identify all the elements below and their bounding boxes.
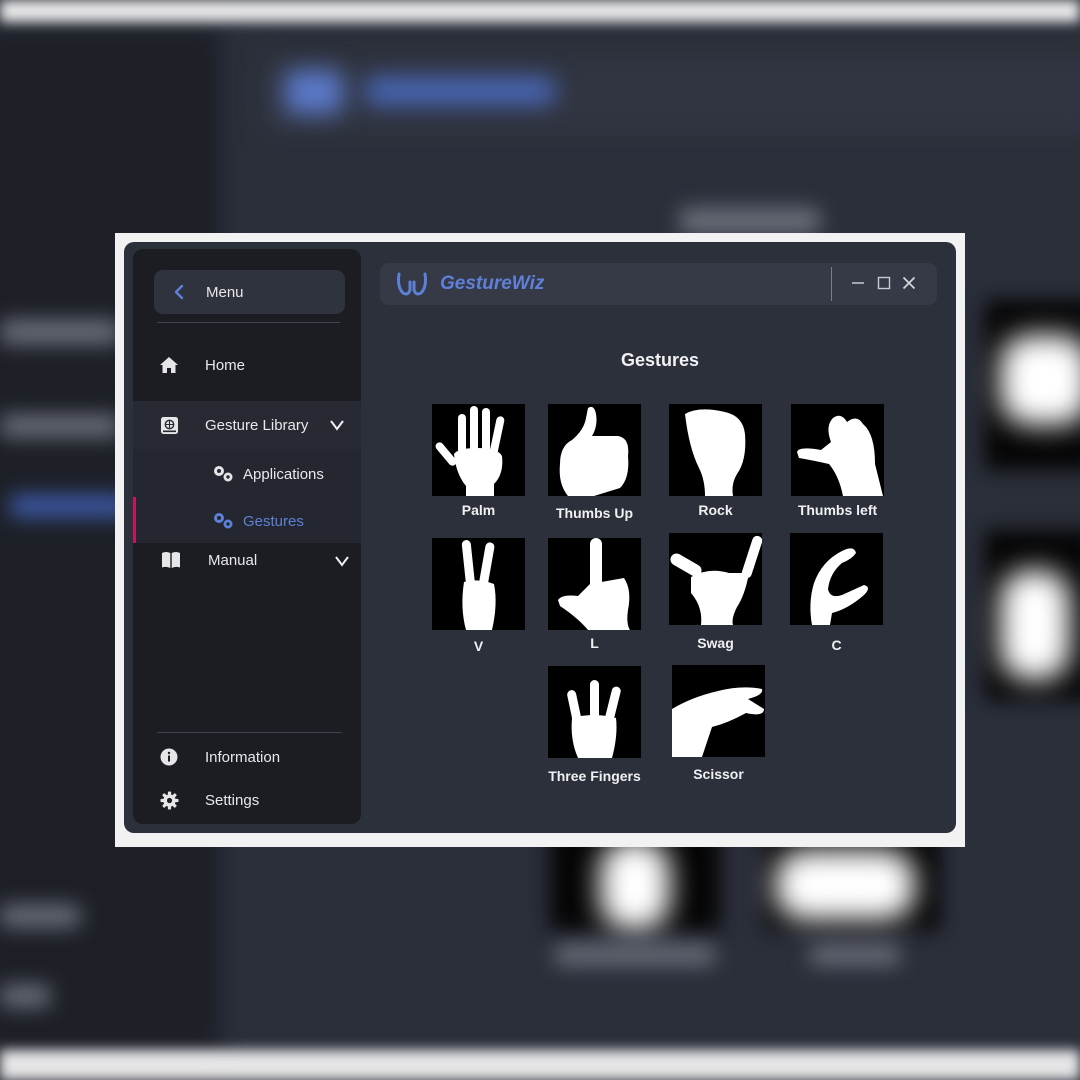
bg-hand [1000, 570, 1070, 680]
gesture-tile-thumbs-up[interactable]: Thumbs Up [548, 404, 641, 521]
sidebar-item-label: Information [205, 748, 281, 766]
bg-page-title [680, 208, 820, 234]
sidebar: Menu Home Gesture Library Applications G… [133, 249, 361, 824]
bg-title [365, 78, 555, 104]
bg-label [555, 945, 715, 965]
sidebar-item-manual[interactable]: Manual [133, 547, 361, 573]
hands-logo-icon [397, 272, 427, 296]
maximize-icon[interactable] [876, 275, 892, 291]
gesture-tile-c[interactable]: C [790, 533, 883, 653]
menu-label: Menu [206, 283, 244, 301]
page-title: Gestures [620, 350, 700, 370]
divider [831, 267, 832, 301]
home-icon [159, 355, 179, 375]
gesture-label: C [831, 637, 842, 653]
swag-hand-image [669, 533, 762, 625]
thumbs-up-hand-image [548, 404, 641, 496]
bg-hand [1000, 335, 1080, 425]
sidebar-item-information[interactable]: Information [133, 743, 361, 771]
sidebar-item-label: Manual [208, 551, 258, 569]
open-book-icon [161, 550, 181, 570]
sidebar-item-label: Home [205, 356, 246, 374]
bg-logo [285, 70, 343, 114]
bg-label [0, 905, 80, 927]
rock-hand-image [669, 404, 762, 496]
gesture-tile-thumbs-left[interactable]: Thumbs left [791, 404, 884, 518]
scissor-hand-image [672, 665, 765, 757]
gesture-tile-l[interactable]: L [548, 538, 641, 651]
three-fingers-hand-image [548, 666, 641, 758]
gesture-tile-three-fingers[interactable]: Three Fingers [548, 666, 641, 784]
thumbs-left-hand-image [791, 404, 884, 496]
chevron-down-icon[interactable] [329, 419, 345, 431]
book-globe-icon [159, 415, 179, 435]
chevron-down-icon[interactable] [334, 555, 350, 567]
palm-hand-image [432, 404, 525, 496]
sidebar-item-label: Applications [243, 465, 324, 483]
bg-label [0, 320, 120, 344]
title-bar: GestureWiz [380, 263, 937, 305]
close-icon[interactable] [901, 275, 917, 291]
bg-top-strip [0, 0, 1080, 22]
gears-icon [214, 466, 233, 482]
sidebar-item-label: Settings [205, 791, 260, 809]
v-hand-image [432, 538, 525, 630]
active-indicator [133, 497, 136, 543]
sidebar-item-gestures[interactable]: Gestures [133, 506, 361, 536]
sidebar-item-label: Gestures [243, 512, 304, 530]
gesture-tile-swag[interactable]: Swag [669, 533, 762, 651]
gesture-tile-scissor[interactable]: Scissor [672, 665, 765, 782]
bg-bottom-strip [0, 1050, 1080, 1080]
app-title: GestureWiz [440, 273, 545, 294]
info-icon [159, 747, 179, 767]
gesture-tile-v[interactable]: V [432, 538, 525, 654]
gears-icon [214, 513, 233, 529]
chevron-left-icon [174, 284, 184, 300]
c-hand-image [790, 533, 883, 625]
divider [157, 322, 340, 323]
sidebar-item-label: Gesture Library [205, 416, 309, 434]
bg-hand [775, 850, 915, 920]
bg-label [10, 495, 130, 517]
l-hand-image [548, 538, 641, 630]
menu-button[interactable]: Menu [154, 270, 345, 314]
gear-icon [159, 790, 179, 810]
sidebar-item-gesture-library[interactable]: Gesture Library [133, 401, 361, 449]
bg-hand [600, 840, 670, 930]
gesture-label: Scissor [693, 766, 744, 782]
minimize-icon[interactable] [850, 275, 866, 291]
sidebar-item-settings[interactable]: Settings [133, 786, 361, 814]
divider [157, 732, 342, 733]
sidebar-item-applications[interactable]: Applications [133, 459, 361, 489]
gesture-tile-rock[interactable]: Rock [669, 404, 762, 518]
gesture-tile-palm[interactable]: Palm [432, 404, 525, 518]
gesture-label: Thumbs left [797, 502, 878, 518]
bg-label [0, 415, 120, 437]
bg-label [0, 985, 50, 1007]
sidebar-item-home[interactable]: Home [133, 345, 361, 385]
bg-label [810, 945, 900, 965]
